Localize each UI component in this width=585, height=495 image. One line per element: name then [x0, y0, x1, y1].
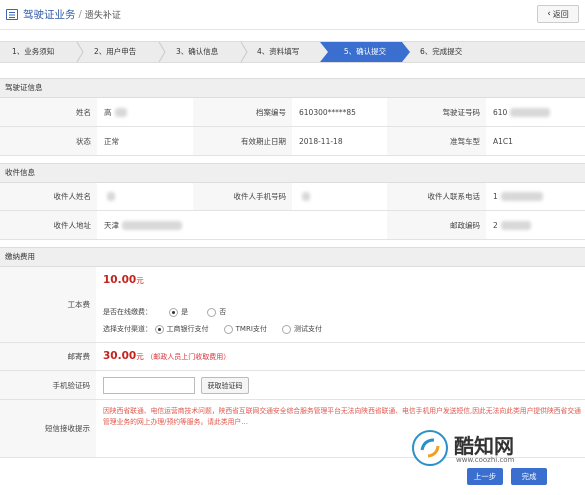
coozhi-logo-icon: [412, 430, 448, 466]
page-subtitle: 遗失补证: [84, 11, 121, 21]
recipient-section-title: 收件信息: [0, 163, 585, 183]
channel-tmri-radio[interactable]: [223, 324, 233, 334]
expiry-date-value: 2018-11-18: [299, 136, 343, 146]
recipient-name-value: [97, 183, 193, 210]
recipient-row-2: 收件人地址 天津 邮政编码 2: [0, 211, 585, 240]
blurred-text: [107, 192, 115, 201]
postal-code-value: 2: [486, 211, 585, 239]
recipient-phone-value: 1: [486, 183, 585, 210]
license-row-1: 姓名 高 档案编号 610300*****85 驾驶证号码 610: [0, 98, 585, 127]
postage-cell: 30.00元 （邮政人员上门收取费用）: [96, 343, 585, 371]
blurred-text: [302, 192, 310, 201]
blurred-text: [500, 192, 543, 201]
recipient-phone-label: 收件人联系电话: [387, 183, 486, 210]
expiry-date-label: 有效期止日期: [193, 127, 292, 155]
watermark-brand: 酷知网: [454, 434, 514, 458]
prev-step-button[interactable]: 上一步: [467, 468, 503, 485]
pay-channel-row: 选择支付渠道： 工商银行支付 TMRI支付 测试支付: [103, 324, 322, 334]
online-pay-yes-radio[interactable]: [169, 307, 179, 317]
blurred-text: [500, 220, 531, 230]
postage-note: （邮政人员上门收取费用）: [146, 353, 231, 361]
step-1: 1、业务须知: [12, 47, 55, 56]
file-number-value: 610300*****85: [299, 107, 356, 117]
recipient-row-1: 收件人姓名 收件人手机号码 收件人联系电话 1: [0, 183, 585, 211]
back-button[interactable]: ‹ 返回: [537, 5, 579, 23]
work-fee-cell: 10.00元 是否在线缴费： 是 否 选择支付渠道： 工商银行支付 TMRI支付…: [96, 267, 585, 343]
step-4: 4、资料填写: [257, 47, 300, 56]
status-value: 正常: [104, 136, 119, 146]
name-label: 姓名: [0, 98, 97, 126]
blurred-text: [510, 107, 551, 117]
license-number-label: 驾驶证号码: [387, 98, 486, 126]
file-number-label: 档案编号: [193, 98, 292, 126]
status-label: 状态: [0, 127, 97, 155]
license-section-title: 驾驶证信息: [0, 78, 585, 98]
verify-code-input[interactable]: [103, 377, 195, 394]
channel-test-radio[interactable]: [281, 324, 291, 334]
pay-channel-label: 选择支付渠道：: [103, 325, 152, 333]
sms-notice-text: 因陕西省联通、电信运营商技术问题，陕西省互联网交通安全综合服务管理平台无法向陕西…: [103, 407, 581, 426]
online-pay-label: 是否在线缴费：: [103, 308, 152, 316]
online-pay-no-label: 否: [219, 308, 227, 316]
top-bar: 驾驶证业务 / 遗失补证: [0, 0, 585, 30]
breadcrumb-separator: /: [78, 9, 82, 20]
blurred-text: [114, 107, 127, 117]
channel-icbc-label: 工商银行支付: [166, 325, 209, 333]
recipient-mobile-value: [292, 183, 387, 210]
fee-section-title: 缴纳费用: [0, 247, 585, 267]
document-icon: [6, 9, 18, 20]
step-5-active: 5、确认提交: [320, 42, 410, 62]
channel-icbc-radio[interactable]: [154, 324, 164, 334]
page-title: 驾驶证业务: [23, 9, 76, 21]
channel-test-label: 测试支付: [293, 325, 322, 333]
recipient-address-value: 天津: [97, 211, 387, 239]
postage-label: 邮寄费: [0, 343, 96, 371]
step-6: 6、完成提交: [420, 47, 463, 56]
recipient-address-label: 收件人地址: [0, 211, 97, 239]
step-3: 3、确认信息: [176, 47, 219, 56]
blurred-text: [122, 220, 182, 230]
postage-amount: 30.00: [103, 350, 137, 362]
channel-tmri-label: TMRI支付: [235, 325, 267, 333]
sms-notice-label: 短信接收提示: [0, 400, 96, 458]
step-divider-chevron: [158, 42, 166, 62]
recipient-mobile-label: 收件人手机号码: [193, 183, 292, 210]
work-fee-label: 工本费: [0, 267, 96, 343]
online-pay-yes-label: 是: [181, 308, 189, 316]
postal-code-label: 邮政编码: [387, 211, 486, 239]
verify-code-label: 手机验证码: [0, 371, 96, 400]
step-progress-bar: 1、业务须知 2、用户申告 3、确认信息 4、资料填写 5、确认提交 6、完成提…: [0, 41, 585, 63]
back-button-label: 返回: [552, 9, 569, 19]
chevron-left-icon: ‹: [547, 9, 551, 19]
license-row-2: 状态 正常 有效期止日期 2018-11-18 准驾车型 A1C1: [0, 127, 585, 156]
vehicle-class-value: A1C1: [493, 136, 513, 146]
postage-unit: 元: [136, 352, 144, 361]
step-divider-chevron: [76, 42, 84, 62]
step-divider-chevron: [240, 42, 248, 62]
get-verify-code-button[interactable]: 获取验证码: [201, 377, 249, 394]
online-pay-no-radio[interactable]: [207, 307, 217, 317]
watermark-logo: 酷知网 www.coozhi.com: [410, 428, 570, 468]
online-pay-row: 是否在线缴费： 是 否: [103, 307, 226, 317]
name-value: 高: [97, 98, 193, 126]
verify-code-cell: 获取验证码: [96, 371, 585, 400]
finish-button[interactable]: 完成: [511, 468, 547, 485]
recipient-name-label: 收件人姓名: [0, 183, 97, 210]
license-number-value: 610: [486, 98, 585, 126]
watermark-url: www.coozhi.com: [456, 456, 515, 464]
work-fee-amount: 10.00元: [103, 274, 144, 286]
vehicle-class-label: 准驾车型: [387, 127, 486, 155]
step-2: 2、用户申告: [94, 47, 137, 56]
